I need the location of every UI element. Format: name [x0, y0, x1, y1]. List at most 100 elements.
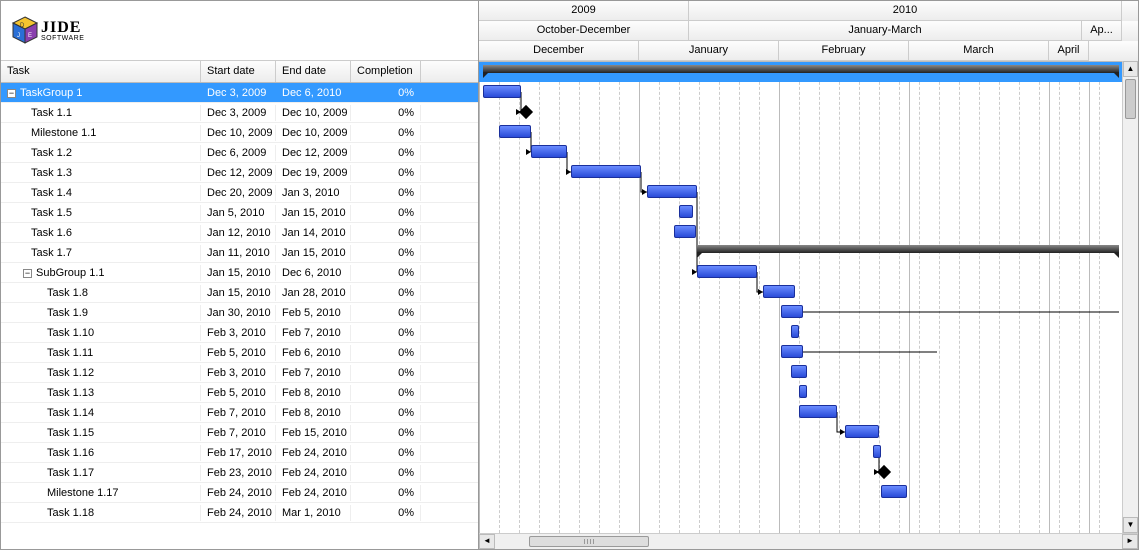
gantt-row[interactable] [479, 442, 1138, 462]
summary-bar[interactable] [697, 245, 1119, 253]
col-header-end[interactable]: End date [276, 61, 351, 82]
gantt-row[interactable] [479, 162, 1138, 182]
table-row[interactable]: −TaskGroup 1Dec 3, 2009Dec 6, 20100% [1, 83, 478, 103]
timeline-month[interactable]: February [779, 41, 909, 61]
cell-task: Task 1.13 [1, 385, 201, 401]
scroll-thumb[interactable] [529, 536, 649, 547]
task-bar[interactable] [799, 405, 837, 418]
gantt-row[interactable] [479, 462, 1138, 482]
gantt-row[interactable] [479, 342, 1138, 362]
cell-task: Task 1.7 [1, 245, 201, 261]
task-bar[interactable] [763, 285, 795, 298]
gantt-row[interactable] [479, 262, 1138, 282]
task-bar[interactable] [781, 305, 803, 318]
timeline-year[interactable]: 2009 [479, 1, 689, 21]
gantt-row[interactable] [479, 362, 1138, 382]
scroll-down-arrow[interactable]: ▼ [1123, 517, 1138, 533]
table-row[interactable]: Task 1.2Dec 6, 2009Dec 12, 20090% [1, 143, 478, 163]
timeline-month[interactable]: March [909, 41, 1049, 61]
gantt-row[interactable] [479, 422, 1138, 442]
table-body[interactable]: −TaskGroup 1Dec 3, 2009Dec 6, 20100%Task… [1, 83, 478, 549]
tree-collapse-icon[interactable]: − [23, 269, 32, 278]
table-row[interactable]: Task 1.9Jan 30, 2010Feb 5, 20100% [1, 303, 478, 323]
task-bar[interactable] [873, 445, 881, 458]
gantt-row[interactable] [479, 322, 1138, 342]
table-row[interactable]: Task 1.15Feb 7, 2010Feb 15, 20100% [1, 423, 478, 443]
task-bar[interactable] [881, 485, 907, 498]
gantt-row[interactable] [479, 182, 1138, 202]
table-row[interactable]: Task 1.16Feb 17, 2010Feb 24, 20100% [1, 443, 478, 463]
table-row[interactable]: Task 1.6Jan 12, 2010Jan 14, 20100% [1, 223, 478, 243]
task-label: Task 1.6 [31, 227, 72, 239]
table-row[interactable]: Milestone 1.17Feb 24, 2010Feb 24, 20100% [1, 483, 478, 503]
table-row[interactable]: Task 1.17Feb 23, 2010Feb 24, 20100% [1, 463, 478, 483]
cell-completion: 0% [351, 465, 421, 481]
task-bar[interactable] [647, 185, 697, 198]
timeline-quarter[interactable]: January-March [689, 21, 1082, 41]
task-bar[interactable] [791, 365, 807, 378]
timeline-quarter[interactable]: Ap... [1082, 21, 1122, 41]
task-bar[interactable] [799, 385, 807, 398]
table-row[interactable]: Task 1.13Feb 5, 2010Feb 8, 20100% [1, 383, 478, 403]
gantt-row[interactable] [479, 82, 1138, 102]
scroll-right-arrow[interactable]: ► [1122, 534, 1138, 549]
table-row[interactable]: Task 1.1Dec 3, 2009Dec 10, 20090% [1, 103, 478, 123]
summary-bar[interactable] [483, 65, 1119, 73]
table-row[interactable]: Task 1.7Jan 11, 2010Jan 15, 20100% [1, 243, 478, 263]
gantt-body[interactable] [479, 62, 1138, 533]
gantt-row[interactable] [479, 102, 1138, 122]
gantt-row[interactable] [479, 402, 1138, 422]
scroll-vthumb[interactable] [1125, 79, 1136, 119]
task-bar[interactable] [571, 165, 641, 178]
gantt-row[interactable] [479, 202, 1138, 222]
vertical-scrollbar[interactable]: ▲ ▼ [1122, 61, 1138, 533]
task-bar[interactable] [697, 265, 757, 278]
table-row[interactable]: Task 1.8Jan 15, 2010Jan 28, 20100% [1, 283, 478, 303]
timeline-month[interactable]: December [479, 41, 639, 61]
gantt-row[interactable] [479, 122, 1138, 142]
gantt-row[interactable] [479, 222, 1138, 242]
table-row[interactable]: Task 1.3Dec 12, 2009Dec 19, 20090% [1, 163, 478, 183]
horizontal-scrollbar[interactable]: ◄ ► [479, 533, 1138, 549]
table-row[interactable]: Task 1.5Jan 5, 2010Jan 15, 20100% [1, 203, 478, 223]
table-row[interactable]: Task 1.18Feb 24, 2010Mar 1, 20100% [1, 503, 478, 523]
scroll-up-arrow[interactable]: ▲ [1123, 61, 1138, 77]
table-row[interactable]: Milestone 1.1Dec 10, 2009Dec 10, 20090% [1, 123, 478, 143]
timeline-quarter[interactable]: October-December [479, 21, 689, 41]
cell-completion: 0% [351, 305, 421, 321]
task-bar[interactable] [679, 205, 693, 218]
col-header-task[interactable]: Task [1, 61, 201, 82]
table-row[interactable]: Task 1.11Feb 5, 2010Feb 6, 20100% [1, 343, 478, 363]
task-bar[interactable] [845, 425, 879, 438]
gantt-row[interactable] [479, 142, 1138, 162]
task-bar[interactable] [791, 325, 799, 338]
milestone-diamond-icon[interactable] [519, 105, 533, 119]
table-row[interactable]: Task 1.10Feb 3, 2010Feb 7, 20100% [1, 323, 478, 343]
table-row[interactable]: Task 1.4Dec 20, 2009Jan 3, 20100% [1, 183, 478, 203]
task-bar[interactable] [531, 145, 567, 158]
milestone-diamond-icon[interactable] [877, 465, 891, 479]
gantt-row[interactable] [479, 382, 1138, 402]
task-bar[interactable] [674, 225, 696, 238]
col-header-start[interactable]: Start date [201, 61, 276, 82]
col-header-completion[interactable]: Completion [351, 61, 421, 82]
timeline-month[interactable]: January [639, 41, 779, 61]
cell-start: Feb 3, 2010 [201, 365, 276, 381]
tree-collapse-icon[interactable]: − [7, 89, 16, 98]
timeline-year[interactable]: 2010 [689, 1, 1122, 21]
task-bar[interactable] [499, 125, 531, 138]
table-row[interactable]: Task 1.14Feb 7, 2010Feb 8, 20100% [1, 403, 478, 423]
table-row[interactable]: Task 1.12Feb 3, 2010Feb 7, 20100% [1, 363, 478, 383]
task-bar[interactable] [483, 85, 521, 98]
gantt-row[interactable] [479, 482, 1138, 502]
scroll-left-arrow[interactable]: ◄ [479, 534, 495, 549]
gantt-row[interactable] [479, 62, 1138, 82]
gantt-row[interactable] [479, 302, 1138, 322]
table-row[interactable]: −SubGroup 1.1Jan 15, 2010Dec 6, 20100% [1, 263, 478, 283]
task-bar[interactable] [781, 345, 803, 358]
gantt-row[interactable] [479, 282, 1138, 302]
timeline-month[interactable]: April [1049, 41, 1089, 61]
cell-end: Jan 15, 2010 [276, 205, 351, 221]
task-label: Task 1.11 [47, 347, 93, 359]
gantt-row[interactable] [479, 242, 1138, 262]
